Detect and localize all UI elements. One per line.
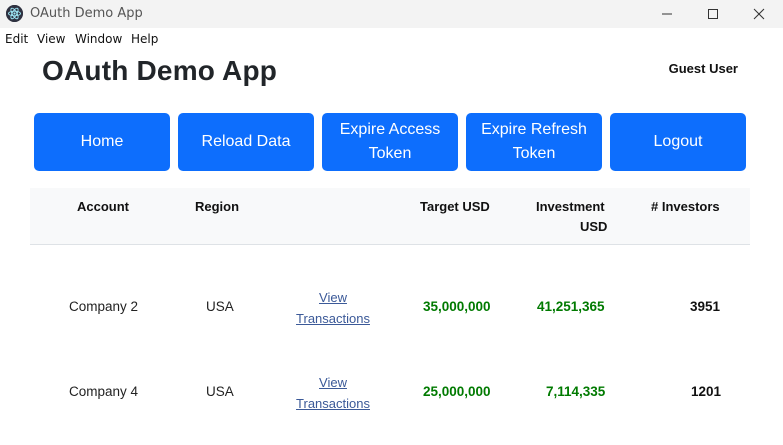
column-header-region: Region [195, 199, 240, 214]
column-header-investors: # Investors [651, 199, 720, 214]
menu-help[interactable]: Help [131, 32, 158, 46]
menu-view[interactable]: View [37, 32, 65, 46]
column-header-investment-usd: Investment [536, 199, 605, 214]
close-icon [753, 8, 765, 20]
home-button[interactable]: Home [34, 113, 170, 171]
close-button[interactable] [736, 0, 782, 28]
cell-target-usd: 35,000,000 [423, 299, 491, 314]
expire-access-token-button[interactable]: Expire Access Token [322, 113, 458, 171]
reload-data-button[interactable]: Reload Data [178, 113, 314, 171]
menu-window[interactable]: Window [75, 32, 122, 46]
view-transactions-link-line1[interactable]: View [288, 287, 378, 308]
title-bar: OAuth Demo App [0, 0, 783, 28]
column-header-investment-usd-unit: USD [580, 219, 608, 234]
menu-bar: Edit View Window Help [0, 28, 783, 50]
cell-account: Company 2 [69, 299, 139, 314]
expire-refresh-token-button[interactable]: Expire Refresh Token [466, 113, 602, 171]
cell-investment-usd: 41,251,365 [537, 299, 605, 314]
minimize-button[interactable] [644, 0, 690, 28]
view-transactions-link[interactable]: View Transactions [288, 287, 378, 329]
table-header [30, 188, 750, 245]
maximize-icon [708, 9, 718, 19]
electron-icon [6, 5, 23, 22]
cell-region: USA [206, 299, 234, 314]
cell-investors: 3951 [690, 299, 721, 314]
column-header-account: Account [77, 199, 129, 214]
cell-account: Company 4 [69, 384, 139, 399]
cell-region: USA [206, 384, 234, 399]
view-transactions-link[interactable]: View Transactions [288, 372, 378, 414]
minimize-icon [662, 13, 672, 15]
cell-target-usd: 25,000,000 [423, 384, 491, 399]
view-transactions-link-line2[interactable]: Transactions [288, 393, 378, 414]
window-title: OAuth Demo App [30, 6, 143, 21]
column-header-target-usd: Target USD [420, 199, 490, 214]
cell-investors: 1201 [691, 384, 722, 399]
cell-investment-usd: 7,114,335 [546, 384, 606, 399]
view-transactions-link-line1[interactable]: View [288, 372, 378, 393]
maximize-button[interactable] [690, 0, 736, 28]
user-name: Guest User [668, 61, 738, 76]
menu-edit[interactable]: Edit [5, 32, 28, 46]
logout-button[interactable]: Logout [610, 113, 746, 171]
view-transactions-link-line2[interactable]: Transactions [288, 308, 378, 329]
page-title: OAuth Demo App [42, 55, 278, 86]
